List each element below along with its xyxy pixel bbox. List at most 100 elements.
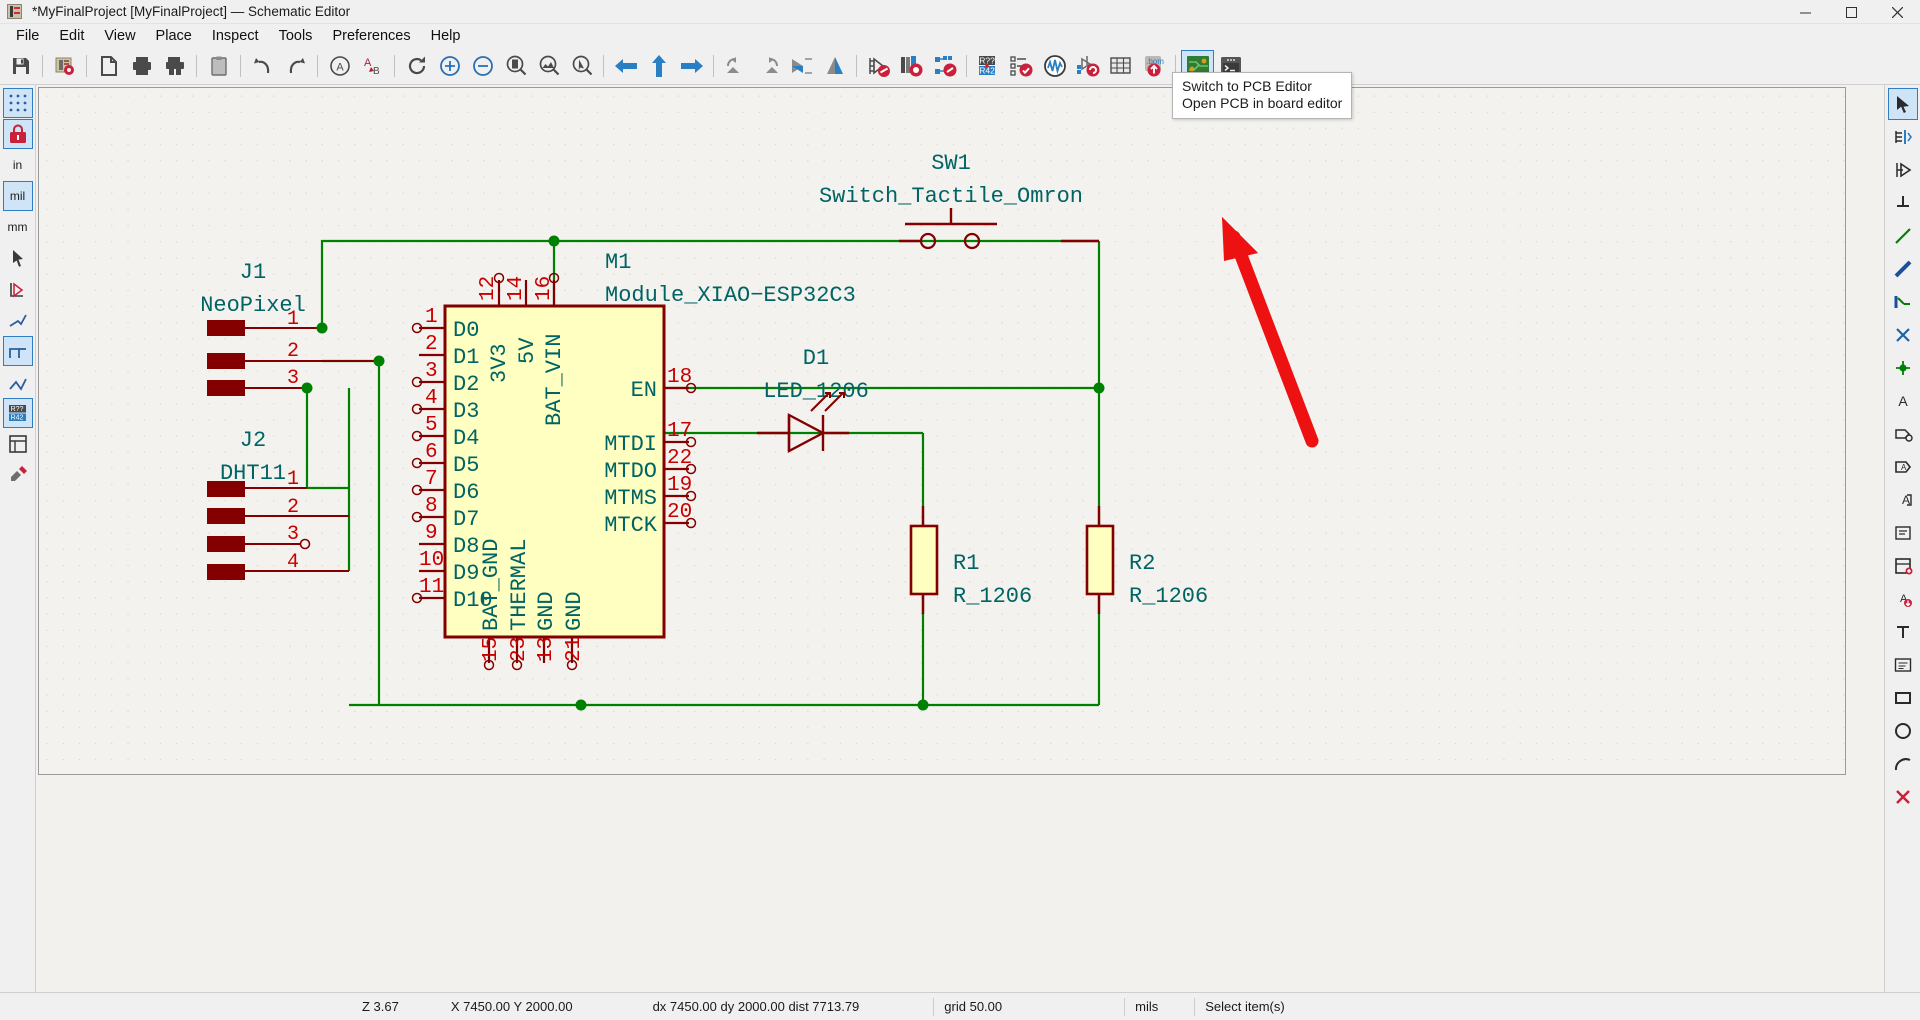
mirror-horizontal-icon[interactable] xyxy=(785,50,818,83)
properties-manager-icon[interactable] xyxy=(3,460,33,490)
symbol-properties-icon[interactable] xyxy=(862,50,895,83)
place-symbol-tool-icon[interactable] xyxy=(1888,154,1918,186)
svg-text:4: 4 xyxy=(425,387,438,410)
menu-help[interactable]: Help xyxy=(421,26,471,46)
navigate-forward-icon[interactable] xyxy=(675,50,708,83)
cursor-full-window-icon[interactable] xyxy=(3,243,33,273)
units-mils-button[interactable]: mil xyxy=(2,181,33,211)
hierarchical-label-tool-icon[interactable]: A xyxy=(1888,451,1918,483)
wire-to-bus-entry-tool-icon[interactable] xyxy=(1888,286,1918,318)
svg-text:D6: D6 xyxy=(453,480,479,505)
annotate-auto-icon[interactable]: R?? R42 xyxy=(2,398,33,428)
menu-file[interactable]: File xyxy=(6,26,49,46)
footprint-assign-icon[interactable] xyxy=(928,50,961,83)
close-button[interactable] xyxy=(1874,0,1920,24)
undo-icon[interactable] xyxy=(246,50,279,83)
minimize-button[interactable] xyxy=(1782,0,1828,24)
zoom-in-icon[interactable] xyxy=(433,50,466,83)
draw-text-tool-icon[interactable] xyxy=(1888,616,1918,648)
maximize-button[interactable] xyxy=(1828,0,1874,24)
toggle-grid-icon[interactable] xyxy=(2,88,33,118)
hierarchy-navigator-icon[interactable] xyxy=(3,429,33,459)
select-tool-icon[interactable] xyxy=(1887,88,1918,120)
find-replace-icon[interactable]: AB xyxy=(356,50,389,83)
svg-text:J2: J2 xyxy=(240,428,266,453)
tooltip-title: Switch to PCB Editor xyxy=(1182,78,1312,94)
junction-tool-icon[interactable] xyxy=(1888,352,1918,384)
mirror-vertical-icon[interactable] xyxy=(818,50,851,83)
redo-icon[interactable] xyxy=(279,50,312,83)
draw-circle-tool-icon[interactable] xyxy=(1888,715,1918,747)
status-delta: dx 7450.00 dy 2000.00 dist 7713.79 xyxy=(652,999,860,1014)
schematic-sheet[interactable]: J1 NeoPixel 1 2 3 J2 DHT11 1 2 3 4 M1 Mo… xyxy=(38,87,1846,775)
svg-text:D4: D4 xyxy=(453,426,479,451)
draw-arc-tool-icon[interactable] xyxy=(1888,748,1918,780)
svg-text:D9: D9 xyxy=(453,561,479,586)
delete-tool-icon[interactable] xyxy=(1888,781,1918,813)
no-connect-tool-icon[interactable] xyxy=(1888,319,1918,351)
svg-text:D1: D1 xyxy=(453,345,479,370)
units-mm-button[interactable]: mm xyxy=(3,212,33,242)
annotate-icon[interactable]: R?? R42 xyxy=(972,50,1005,83)
toolbar-separator xyxy=(966,55,967,77)
draw-wire-tool-icon[interactable] xyxy=(1888,220,1918,252)
svg-text:R2: R2 xyxy=(1129,551,1155,576)
simulator-icon[interactable] xyxy=(1038,50,1071,83)
menu-tools[interactable]: Tools xyxy=(269,26,323,46)
line-mode-free-icon[interactable] xyxy=(3,305,33,335)
update-pcb-icon[interactable] xyxy=(1071,50,1104,83)
rotate-cw-icon[interactable] xyxy=(752,50,785,83)
save-icon[interactable] xyxy=(4,50,37,83)
schematic-canvas[interactable]: J1 NeoPixel 1 2 3 J2 DHT11 1 2 3 4 M1 Mo… xyxy=(36,85,1884,992)
svg-text:2: 2 xyxy=(425,333,438,356)
open-project-icon[interactable] xyxy=(48,50,81,83)
units-inches-button[interactable]: in xyxy=(3,150,33,180)
erc-icon[interactable] xyxy=(1005,50,1038,83)
zoom-fit-page-icon[interactable] xyxy=(499,50,532,83)
draw-rectangle-tool-icon[interactable] xyxy=(1888,682,1918,714)
zoom-fit-objects-icon[interactable] xyxy=(532,50,565,83)
bom-table-icon[interactable] xyxy=(1104,50,1137,83)
svg-text:A: A xyxy=(336,62,344,74)
hidden-pins-icon[interactable] xyxy=(3,274,33,304)
line-mode-45-icon[interactable] xyxy=(3,367,33,397)
svg-text:MTDI: MTDI xyxy=(604,432,657,457)
export-netlist-icon[interactable]: .bom xyxy=(1137,50,1170,83)
menu-inspect[interactable]: Inspect xyxy=(202,26,269,46)
place-sheet-tool-icon[interactable] xyxy=(1888,550,1918,582)
paste-icon[interactable] xyxy=(202,50,235,83)
menu-view[interactable]: View xyxy=(94,26,145,46)
svg-text:A: A xyxy=(364,57,372,69)
line-mode-90-icon[interactable] xyxy=(2,336,33,366)
symbol-library-icon[interactable] xyxy=(895,50,928,83)
global-label-tool-icon[interactable] xyxy=(1888,418,1918,450)
svg-text:R_1206: R_1206 xyxy=(953,584,1032,609)
menu-bar: File Edit View Place Inspect Tools Prefe… xyxy=(0,24,1920,48)
sheet-pin-tool-icon[interactable]: A xyxy=(1888,484,1918,516)
window-controls xyxy=(1782,0,1920,24)
navigate-up-icon[interactable] xyxy=(642,50,675,83)
zoom-out-icon[interactable] xyxy=(466,50,499,83)
text-box-tool-icon[interactable] xyxy=(1888,517,1918,549)
menu-preferences[interactable]: Preferences xyxy=(322,26,420,46)
refresh-icon[interactable] xyxy=(400,50,433,83)
plot-icon[interactable] xyxy=(158,50,191,83)
rotate-ccw-icon[interactable] xyxy=(719,50,752,83)
print-icon[interactable] xyxy=(125,50,158,83)
grid-override-icon[interactable] xyxy=(2,119,33,149)
net-label-tool-icon[interactable]: A xyxy=(1888,385,1918,417)
status-units[interactable]: mils xyxy=(1125,993,1168,1020)
page-settings-icon[interactable] xyxy=(92,50,125,83)
import-sheet-pin-tool-icon[interactable]: A xyxy=(1888,583,1918,615)
navigate-back-icon[interactable] xyxy=(609,50,642,83)
zoom-area-icon[interactable] xyxy=(565,50,598,83)
menu-place[interactable]: Place xyxy=(146,26,202,46)
draw-bus-tool-icon[interactable] xyxy=(1888,253,1918,285)
draw-textbox-tool-icon[interactable] xyxy=(1888,649,1918,681)
find-icon[interactable]: A xyxy=(323,50,356,83)
status-grid[interactable]: grid 50.00 xyxy=(934,993,1012,1020)
menu-edit[interactable]: Edit xyxy=(49,26,94,46)
highlight-net-tool-icon[interactable] xyxy=(1888,121,1918,153)
place-power-tool-icon[interactable] xyxy=(1888,187,1918,219)
svg-text:5V: 5V xyxy=(515,337,540,364)
